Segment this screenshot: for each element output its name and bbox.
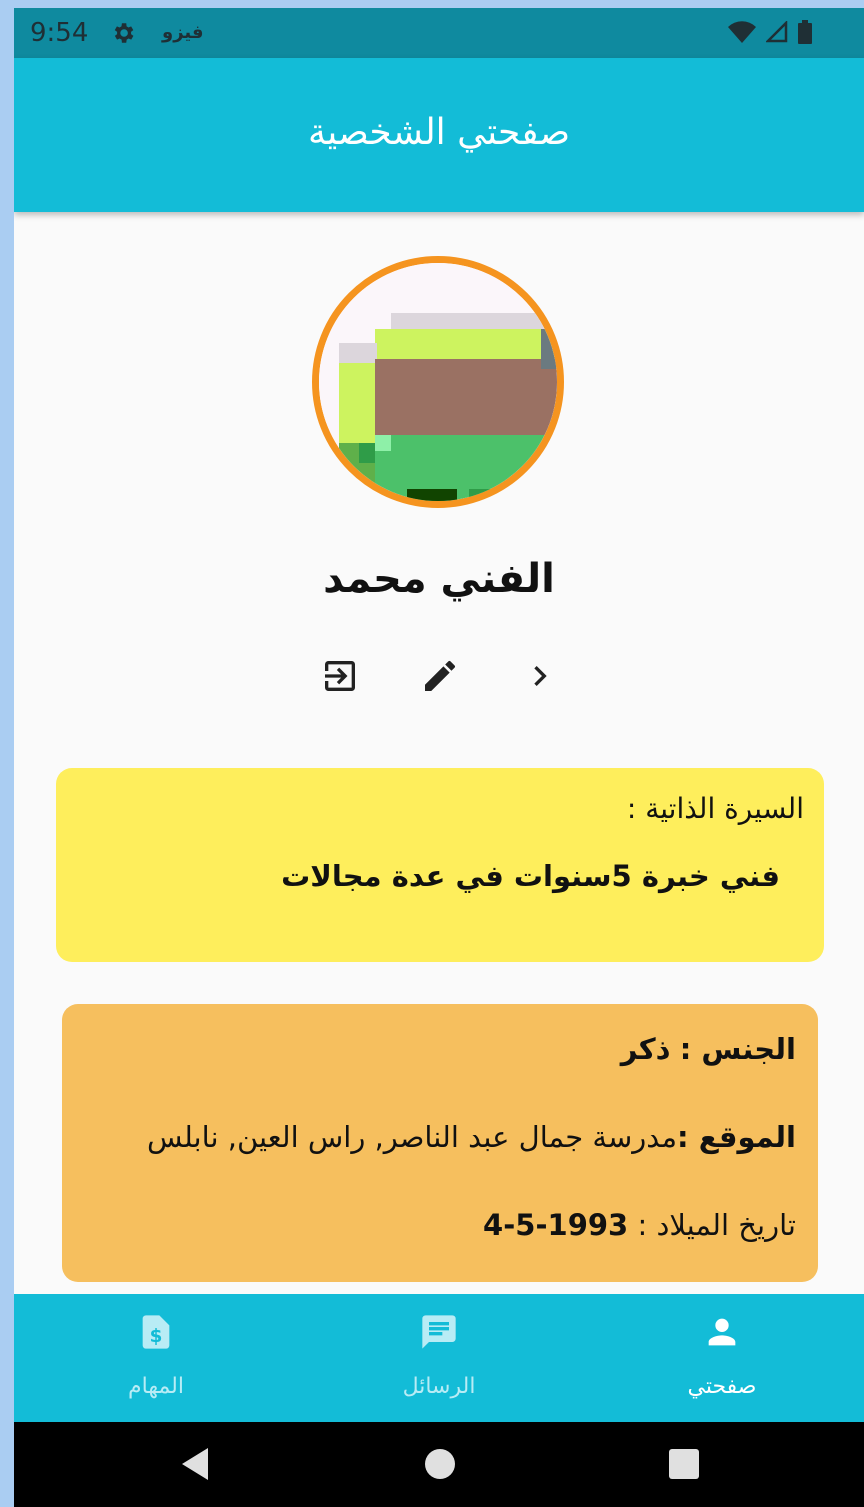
avatar-image (319, 263, 557, 501)
home-circle-icon (425, 1449, 455, 1479)
invoice-dollar-icon: $ (142, 1315, 170, 1349)
signal-icon (764, 19, 788, 47)
back-button[interactable] (174, 1442, 218, 1486)
bio-text: فني خبرة 5سنوات في عدة مجالات (281, 859, 780, 893)
location-value: مدرسة جمال عبد الناصر, راس العين, نابلس (146, 1120, 678, 1154)
svg-text:$: $ (150, 1326, 163, 1347)
system-navigation-bar (14, 1422, 864, 1507)
logout-icon (325, 661, 355, 691)
chevron-right-icon (534, 666, 547, 686)
nav-item-profile[interactable]: صفحتي (622, 1294, 822, 1422)
phone-screen: 9:54 فيزو صفحتي الشخصية الفني محمد السير… (14, 8, 864, 1507)
gender-value: ذكر (620, 1032, 671, 1066)
page-title: صفحتي الشخصية (307, 112, 571, 153)
nav-label-tasks: المهام (128, 1374, 184, 1399)
edit-profile-button[interactable] (418, 654, 462, 698)
recents-button[interactable] (662, 1442, 706, 1486)
birth-value: 1993-5-4 (483, 1208, 629, 1242)
recents-square-icon (669, 1449, 699, 1479)
birth-row: تاريخ الميلاد : 1993-5-4 (80, 1208, 796, 1296)
profile-actions (314, 654, 564, 698)
bottom-navigation: $ المهام الرسائل صفحتي (14, 1294, 864, 1422)
bio-card: السيرة الذاتية : فني خبرة 5سنوات في عدة … (56, 768, 824, 962)
message-icon (422, 1315, 456, 1349)
wifi-icon (728, 21, 756, 47)
status-indicators (728, 19, 812, 48)
nav-label-profile: صفحتي (687, 1374, 757, 1399)
birth-label: تاريخ الميلاد : (637, 1208, 796, 1242)
settings-gear-icon (110, 20, 136, 50)
home-button[interactable] (418, 1442, 462, 1486)
nav-item-messages[interactable]: الرسائل (339, 1294, 539, 1422)
gender-row: الجنس : ذكر (80, 1032, 796, 1120)
person-icon (708, 1318, 736, 1346)
status-bar: 9:54 فيزو (14, 8, 864, 58)
status-time: 9:54 (30, 18, 89, 48)
profile-avatar[interactable] (312, 256, 564, 508)
nav-item-tasks[interactable]: $ المهام (56, 1294, 256, 1422)
profile-name: الفني محمد (323, 556, 555, 602)
forward-button[interactable] (518, 654, 562, 698)
gender-label: الجنس : (679, 1032, 796, 1066)
nav-label-messages: الرسائل (402, 1374, 476, 1399)
info-card: الجنس : ذكر الموقع :مدرسة جمال عبد الناص… (62, 1004, 818, 1282)
battery-icon (798, 20, 812, 48)
pencil-icon (425, 660, 455, 691)
location-row: الموقع :مدرسة جمال عبد الناصر, راس العين… (80, 1120, 796, 1208)
logout-button[interactable] (318, 654, 362, 698)
app-notification-icon: فيزو (162, 22, 204, 43)
back-triangle-icon (182, 1448, 208, 1480)
location-label: الموقع : (677, 1120, 796, 1154)
bio-label: السيرة الذاتية : (626, 792, 804, 825)
app-bar: صفحتي الشخصية (14, 58, 864, 212)
